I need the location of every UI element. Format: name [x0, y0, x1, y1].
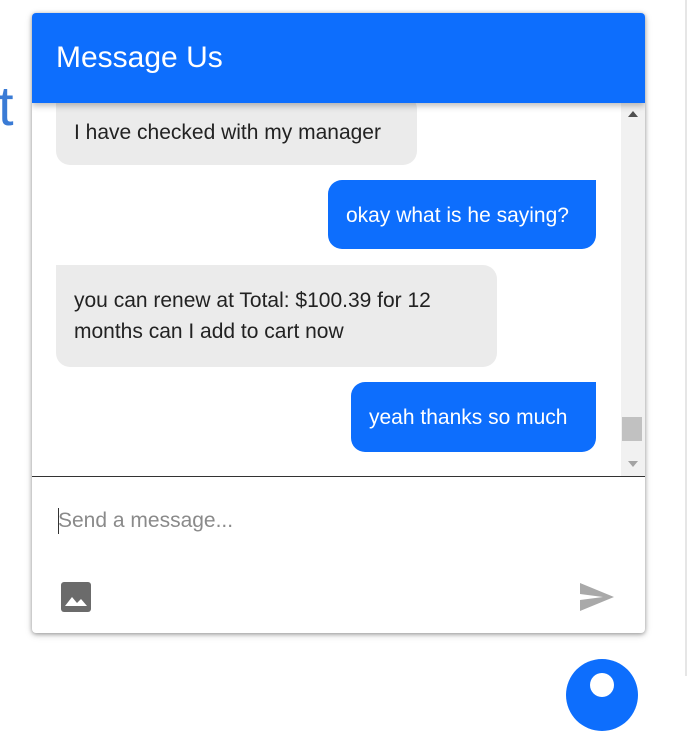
- composer-divider: [32, 476, 645, 477]
- text-caret: [58, 508, 59, 534]
- scroll-up-arrow-icon[interactable]: [628, 111, 638, 117]
- message-scrollbar[interactable]: [621, 103, 645, 477]
- background-partial-text: t: [0, 74, 14, 137]
- chat-widget: Message Us I have checked with my manage…: [32, 13, 645, 633]
- send-icon-graphic: [580, 583, 614, 611]
- agent-message: you can renew at Total: $100.39 for 12 m…: [56, 265, 497, 367]
- image-icon[interactable]: [58, 579, 94, 615]
- chat-title: Message Us: [56, 41, 223, 74]
- user-message: okay what is he saying?: [328, 180, 596, 249]
- scroll-down-arrow-icon[interactable]: [628, 461, 638, 467]
- message-list[interactable]: I have checked with my manager okay what…: [32, 103, 621, 477]
- send-icon[interactable]: [577, 579, 617, 615]
- page-edge-divider: [685, 0, 687, 676]
- chat-launcher-button[interactable]: [566, 659, 638, 731]
- message-input[interactable]: [56, 503, 618, 539]
- chat-launcher-icon: [590, 673, 614, 697]
- chat-header: Message Us: [32, 13, 645, 103]
- scrollbar-thumb[interactable]: [622, 417, 642, 441]
- image-icon-graphic: [61, 582, 91, 612]
- user-message: yeah thanks so much: [351, 382, 596, 452]
- agent-message: I have checked with my manager: [56, 103, 417, 165]
